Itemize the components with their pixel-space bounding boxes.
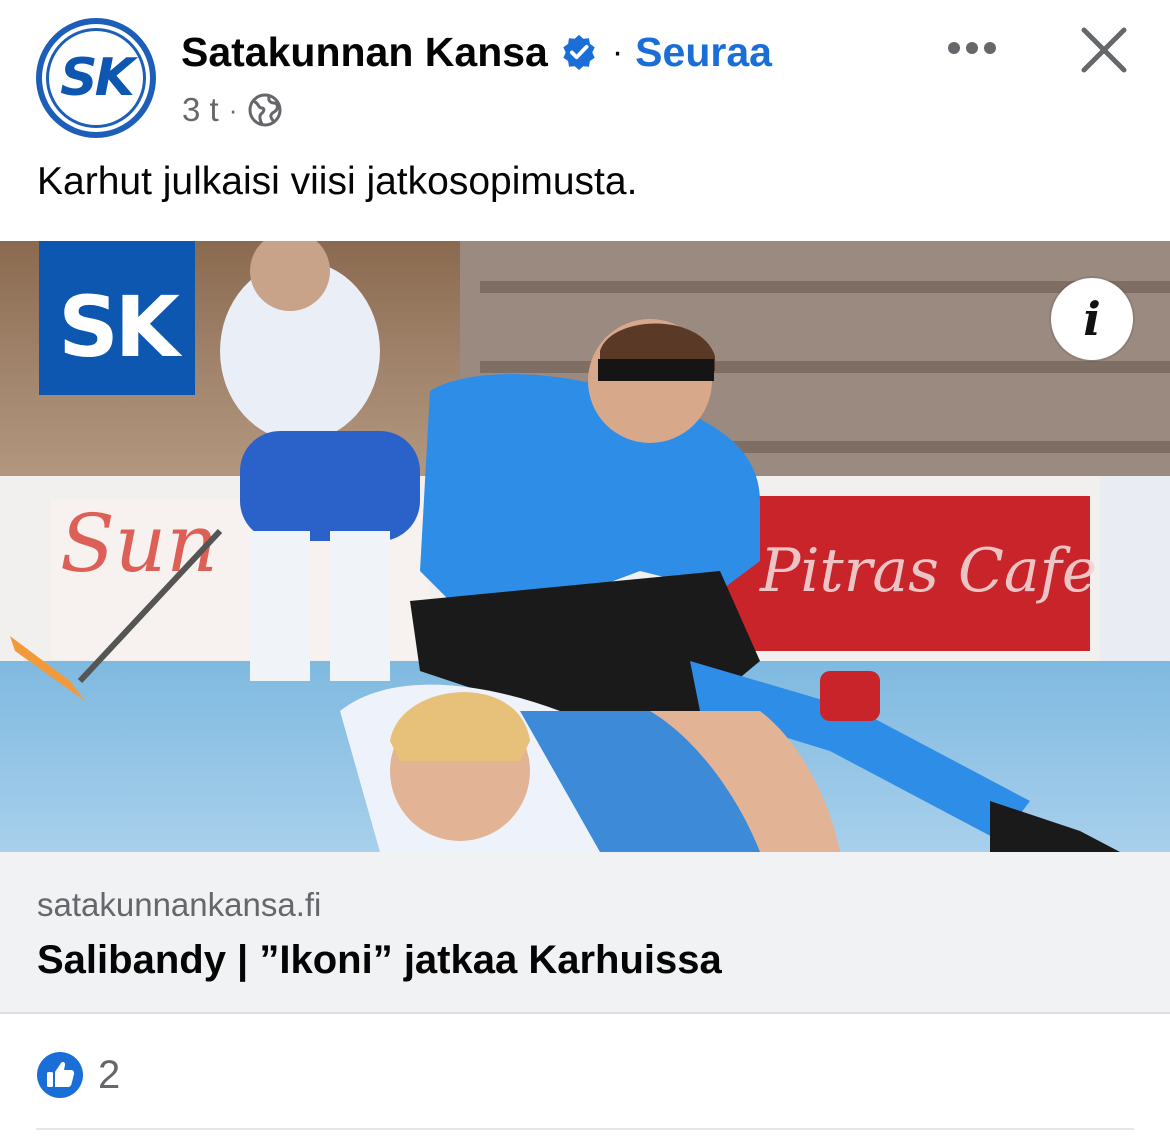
page-name-link[interactable]: Satakunnan Kansa [181,29,548,76]
more-icon [948,42,996,54]
svg-text:Sun: Sun [60,497,218,590]
post-header: SK Satakunnan Kansa · Seuraa 3 t · [0,0,1170,150]
link-preview[interactable]: satakunnankansa.fi Salibandy | ”Ikoni” j… [0,852,1170,1014]
post-meta: 3 t · [182,88,283,132]
svg-text:Pitras Cafe: Pitras Cafe [759,536,1097,606]
globe-icon [248,93,282,127]
post-image[interactable]: Sun Pitras Cafe SK i [0,241,1170,852]
verified-badge-icon [563,34,595,71]
link-title: Salibandy | ”Ikoni” jatkaa Karhuissa [37,938,722,982]
close-icon[interactable] [1076,22,1132,78]
page-avatar[interactable]: SK [36,18,156,138]
post-text: Karhut julkaisi viisi jatkosopimusta. [37,160,638,203]
like-count: 2 [98,1052,121,1097]
more-options-button[interactable] [940,28,1004,68]
info-icon: i [1083,292,1101,346]
meta-separator: · [228,94,238,125]
separator-dot: · [611,33,624,71]
avatar-logo: SK [46,28,146,128]
floorball-photo: Sun Pitras Cafe SK [0,241,1170,852]
divider [36,1128,1134,1130]
media-logo-text: SK [58,278,182,376]
link-domain: satakunnankansa.fi [37,886,322,923]
info-button[interactable]: i [1051,278,1133,360]
reactions-summary[interactable]: 2 [36,1050,120,1100]
follow-button[interactable]: Seuraa [635,29,772,76]
post-timestamp[interactable]: 3 t [182,91,219,129]
like-reaction-icon [37,1052,83,1098]
name-row: Satakunnan Kansa · Seuraa [181,24,772,80]
